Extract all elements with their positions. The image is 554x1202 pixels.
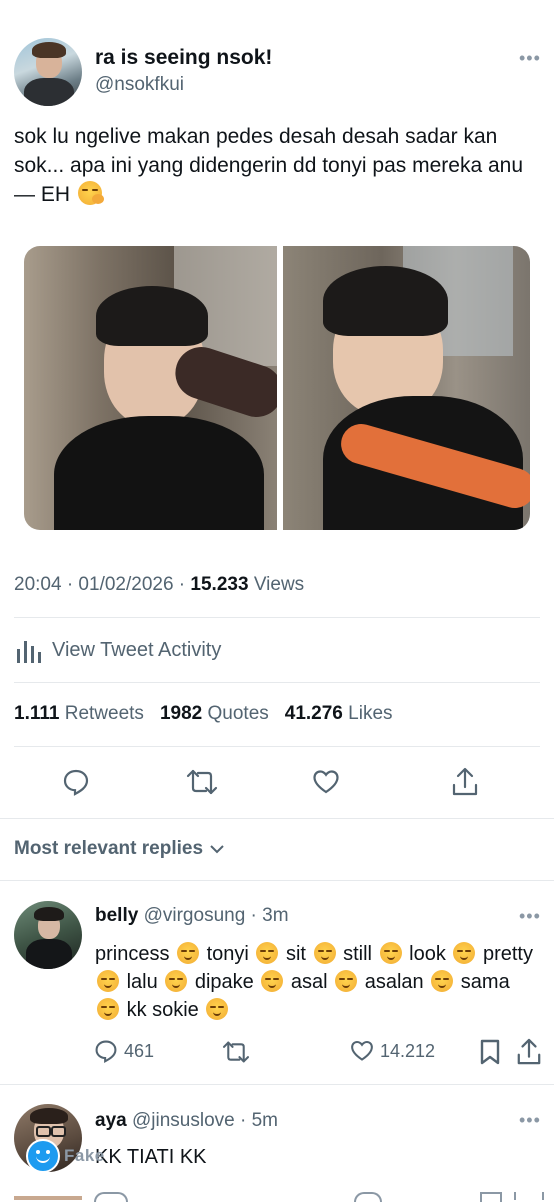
reply-like-button[interactable]: 14.212 <box>350 1039 435 1063</box>
replies-sort-label: Most relevant replies <box>14 838 204 859</box>
reply-word: pretty <box>482 943 533 965</box>
retweet-icon[interactable] <box>222 1040 250 1064</box>
reply-author-name[interactable]: belly <box>95 905 138 926</box>
bookmark-icon[interactable] <box>479 1039 501 1065</box>
reply-word: kk sokie <box>126 999 199 1021</box>
view-tweet-activity[interactable]: View Tweet Activity <box>14 637 221 663</box>
retweets-stat[interactable]: 1.111 Retweets <box>14 703 144 725</box>
fake-badge-label: Fake <box>64 1146 105 1165</box>
reply-header: belly @virgosung · 3m <box>95 905 289 927</box>
like-icon <box>351 1040 373 1061</box>
relieved-face-icon <box>165 970 188 992</box>
tweet-stats: 1.111 Retweets 1982 Quotes 41.276 Likes <box>14 703 393 725</box>
relieved-face-icon <box>261 970 284 992</box>
reply-author-handle[interactable]: @jinsuslove · 5m <box>132 1110 278 1131</box>
reply-word: princess <box>95 943 170 965</box>
smiley-icon <box>26 1139 60 1173</box>
reply-word: look <box>409 943 446 965</box>
reply-icon <box>95 1040 117 1063</box>
retweets-label: Retweets <box>64 703 144 724</box>
reply-word: tonyi <box>206 943 249 965</box>
view-tweet-activity-label: View Tweet Activity <box>52 638 222 661</box>
reply-reply-count: 461 <box>124 1040 155 1061</box>
relieved-face-icon <box>335 970 358 992</box>
reply-text: princess tonyi sit still look pretty lal… <box>95 940 540 1024</box>
tweet-text: sok lu ngelive makan pedes desah desah s… <box>14 122 540 209</box>
divider <box>14 682 540 683</box>
time-text: 20:04 · 01/02/2026 · <box>14 574 191 595</box>
like-icon[interactable] <box>312 768 340 796</box>
face-with-hand-over-mouth-icon <box>77 181 104 205</box>
relieved-face-icon <box>313 942 336 964</box>
relieved-face-icon <box>177 942 200 964</box>
analytics-icon <box>17 641 41 663</box>
relieved-face-icon <box>453 942 476 964</box>
likes-count: 41.276 <box>284 703 343 724</box>
views-count: 15.233 <box>190 574 249 595</box>
reply-text: KK TIATI KK <box>95 1146 207 1168</box>
reply-author-name[interactable]: aya <box>95 1110 127 1131</box>
reply-avatar[interactable] <box>14 901 82 969</box>
reply-word: sit <box>285 943 306 965</box>
author-name[interactable]: ra is seeing nsok! <box>95 46 272 70</box>
chevron-down-icon <box>210 845 224 854</box>
reply-like-count: 14.212 <box>380 1040 436 1061</box>
relieved-face-icon <box>379 942 402 964</box>
reply-word: sama <box>460 971 510 993</box>
relieved-face-icon <box>97 998 119 1020</box>
likes-stat[interactable]: 41.276 Likes <box>285 703 393 725</box>
retweet-icon[interactable] <box>186 768 218 796</box>
retweets-count: 1.111 <box>14 703 60 724</box>
reply-header: aya @jinsuslove · 5m <box>95 1110 278 1132</box>
author-handle[interactable]: @nsokfkui <box>95 74 184 96</box>
reply-icon[interactable] <box>62 768 90 796</box>
relieved-face-icon <box>206 998 229 1020</box>
divider <box>14 746 540 747</box>
reply-word: lalu <box>126 971 158 993</box>
quotes-label: Quotes <box>207 703 269 724</box>
divider <box>0 1084 554 1085</box>
reply-reply-button[interactable]: 461 <box>94 1039 154 1063</box>
likes-label: Likes <box>348 703 393 724</box>
reply-more-options-icon[interactable]: ••• <box>519 906 541 927</box>
fake-badge[interactable]: Fake <box>26 1139 105 1173</box>
reply-author-handle[interactable]: @virgosung · 3m <box>144 905 289 926</box>
divider <box>14 617 540 618</box>
quotes-stat[interactable]: 1982 Quotes <box>160 703 269 725</box>
relieved-face-icon <box>256 942 279 964</box>
reply-word: still <box>343 943 372 965</box>
relieved-face-icon <box>431 970 454 992</box>
author-avatar[interactable] <box>14 38 82 106</box>
share-icon[interactable] <box>451 767 479 797</box>
replies-sort-dropdown[interactable]: Most relevant replies <box>14 838 225 860</box>
divider <box>0 880 554 881</box>
more-options-icon[interactable]: ••• <box>519 48 541 69</box>
reply-word: asal <box>290 971 328 993</box>
share-icon[interactable] <box>516 1038 542 1066</box>
tweet-timestamp: 20:04 · 01/02/2026 · 15.233 Views <box>14 574 304 596</box>
quotes-count: 1982 <box>159 703 203 724</box>
reply-more-options-icon[interactable]: ••• <box>519 1110 541 1131</box>
tweet-photo-2[interactable] <box>283 246 530 530</box>
tweet-photo-1[interactable] <box>24 246 277 530</box>
reply-word: dipake <box>194 971 254 993</box>
relieved-face-icon <box>97 970 119 992</box>
partial-next-row <box>14 1192 544 1202</box>
divider <box>0 818 554 819</box>
reply-word: asalan <box>364 971 424 993</box>
views-label: Views <box>248 574 305 595</box>
